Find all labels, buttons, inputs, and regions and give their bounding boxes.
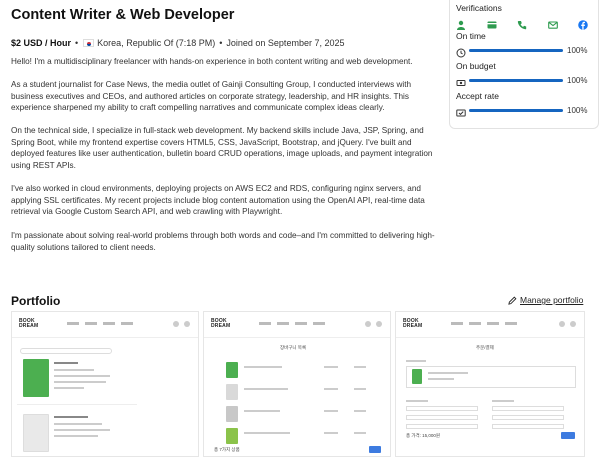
bio-paragraph: As a student journalist for Case News, t… [11,80,412,113]
meta-separator: • [75,38,79,48]
profile-meta: $2 USD / Hour • Korea, Republic Of (7:18… [11,38,344,48]
verifications-panel: Verifications On time 100% On budget 100… [449,0,599,129]
thumbnail-logo: BOOK DREAM [19,318,39,329]
location-text: Korea, Republic Of (7:18 PM) [97,38,216,48]
metric-percent: 100% [567,105,588,115]
accept-icon [456,105,466,117]
manage-portfolio-label: Manage portfolio [520,295,584,305]
hourly-rate: $2 USD / Hour [11,38,72,48]
metric-accept-rate: Accept rate 100% [456,91,596,117]
person-icon [456,17,466,30]
profile-title: Content Writer & Web Developer [11,7,235,23]
payment-icon [487,17,497,29]
clock-icon [456,45,466,58]
joined-date: Joined on September 7, 2025 [226,38,345,48]
portfolio-thumbnail[interactable]: BOOK DREAM 주문/결제 총 가격: 15,000원 [395,311,585,457]
thumbnail-heading: 주문/결제 [476,345,494,350]
book-cover-image [23,359,49,397]
portfolio-thumbnail[interactable]: BOOK DREAM [11,311,199,457]
metric-percent: 100% [567,45,588,55]
korea-flag-icon [83,39,95,47]
bio-paragraph: I'm passionate about solving real-world … [11,231,435,252]
verifications-title: Verifications [456,3,502,13]
metric-label: On time [456,31,486,41]
bio-paragraph: I've also worked in cloud environments, … [11,184,425,217]
phone-icon [517,17,527,30]
on-time-progress-bar [469,48,563,52]
on-budget-progress-bar [469,78,563,82]
email-icon [547,17,558,29]
portfolio-title: Portfolio [11,294,61,308]
manage-portfolio-link[interactable]: Manage portfolio [508,295,583,305]
thumbnail-heading: 장바구니 목록 [280,345,307,350]
thumbnail-total: 총 7가지 상품 [214,447,240,452]
book-cover-image [23,414,49,452]
pencil-icon [508,296,517,305]
metric-on-time: On time 100% [456,31,596,58]
thumbnail-logo: BOOK DREAM [211,318,231,329]
metric-label: Accept rate [456,91,499,101]
portfolio-thumbnails: BOOK DREAM BOOK DREAM 장바구니 목록 총 7가지 상품 B… [11,311,585,471]
budget-icon [456,75,466,86]
thumbnail-logo: BOOK DREAM [403,318,423,329]
facebook-icon [578,17,588,30]
bio-paragraph: On the technical side, I specialize in f… [11,126,433,170]
meta-separator: • [219,38,223,48]
thumbnail-total: 총 가격: 15,000원 [406,433,441,438]
bio-paragraph: Hello! I'm a multidisciplinary freelance… [11,57,413,66]
metric-label: On budget [456,61,496,71]
accept-rate-progress-bar [469,108,563,112]
portfolio-thumbnail[interactable]: BOOK DREAM 장바구니 목록 총 7가지 상품 [203,311,391,457]
metric-on-budget: On budget 100% [456,61,596,86]
verification-icons [456,17,588,30]
metric-percent: 100% [567,75,588,85]
